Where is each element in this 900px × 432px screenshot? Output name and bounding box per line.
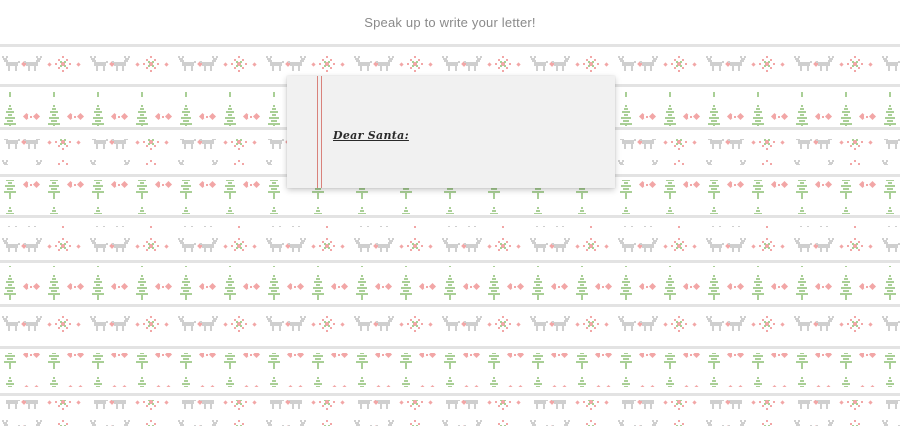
top-bar: Speak up to write your letter! xyxy=(0,0,900,44)
voice-prompt-text: Speak up to write your letter! xyxy=(364,14,536,30)
letter-margin-line xyxy=(317,76,318,188)
letter-margin-line xyxy=(321,76,322,188)
letter-paper[interactable]: Dear Santa: xyxy=(287,76,615,188)
letter-greeting: Dear Santa: xyxy=(333,129,409,142)
